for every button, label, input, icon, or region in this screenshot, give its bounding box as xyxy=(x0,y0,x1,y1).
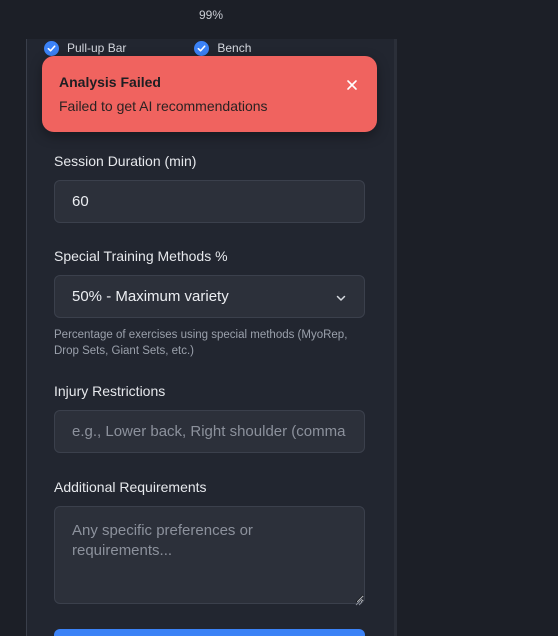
error-toast: Analysis Failed Failed to get AI recomme… xyxy=(42,56,377,132)
toast-title: Analysis Failed xyxy=(59,74,161,90)
check-icon xyxy=(194,40,210,56)
session-duration-input[interactable] xyxy=(54,180,365,223)
scrollbar[interactable] xyxy=(394,39,397,636)
toast-message: Failed to get AI recommendations xyxy=(59,98,268,114)
equipment-list: Pull-up Bar Bench xyxy=(44,40,319,56)
page: { "zoom_level": "99%", "equipment": [ {"… xyxy=(0,0,558,636)
injury-restrictions-label: Injury Restrictions xyxy=(54,383,166,399)
chevron-down-icon xyxy=(335,291,347,303)
session-duration-label: Session Duration (min) xyxy=(54,153,197,169)
zoom-level: 99% xyxy=(198,8,224,22)
injury-restrictions-input[interactable] xyxy=(54,410,365,453)
additional-requirements-label: Additional Requirements xyxy=(54,479,207,495)
check-icon xyxy=(44,40,59,56)
special-methods-select[interactable]: 50% - Maximum variety xyxy=(54,275,365,318)
equipment-label: Pull-up Bar xyxy=(67,41,127,55)
submit-button[interactable] xyxy=(54,629,365,636)
special-methods-help: Percentage of exercises using special me… xyxy=(54,329,348,357)
special-methods-label: Special Training Methods % xyxy=(54,248,228,264)
equipment-item-pull-up-bar[interactable]: Pull-up Bar xyxy=(44,40,127,56)
equipment-label: Bench xyxy=(217,41,252,55)
resize-grip-icon[interactable] xyxy=(354,593,363,606)
close-icon[interactable] xyxy=(345,78,359,92)
special-methods-value: 50% - Maximum variety xyxy=(72,288,229,305)
equipment-item-bench[interactable]: Bench xyxy=(194,40,252,56)
additional-requirements-input[interactable] xyxy=(54,506,365,604)
